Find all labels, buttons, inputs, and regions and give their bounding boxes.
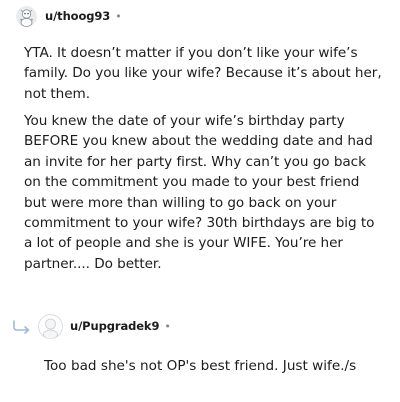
reply-author-link[interactable]: u/Pupgradek9 — [70, 319, 159, 333]
meta-separator: • — [115, 9, 122, 23]
default-avatar-icon[interactable] — [38, 313, 63, 339]
meta-separator: • — [164, 319, 171, 333]
comment-paragraph: YTA. It doesn’t matter if you don’t like… — [24, 45, 382, 102]
reply-arrow-icon — [12, 319, 32, 334]
reply-body-text: Too bad she's not OP's best friend. Just… — [44, 358, 357, 374]
snoo-avatar-icon[interactable] — [16, 5, 37, 27]
reply-header: u/Pupgradek9 • — [12, 313, 171, 339]
comment-paragraph: You knew the date of your wife’s birthda… — [24, 113, 375, 272]
comment-author-link[interactable]: u/thoog93 — [45, 9, 110, 23]
comment-header: u/thoog93 • — [16, 5, 122, 27]
